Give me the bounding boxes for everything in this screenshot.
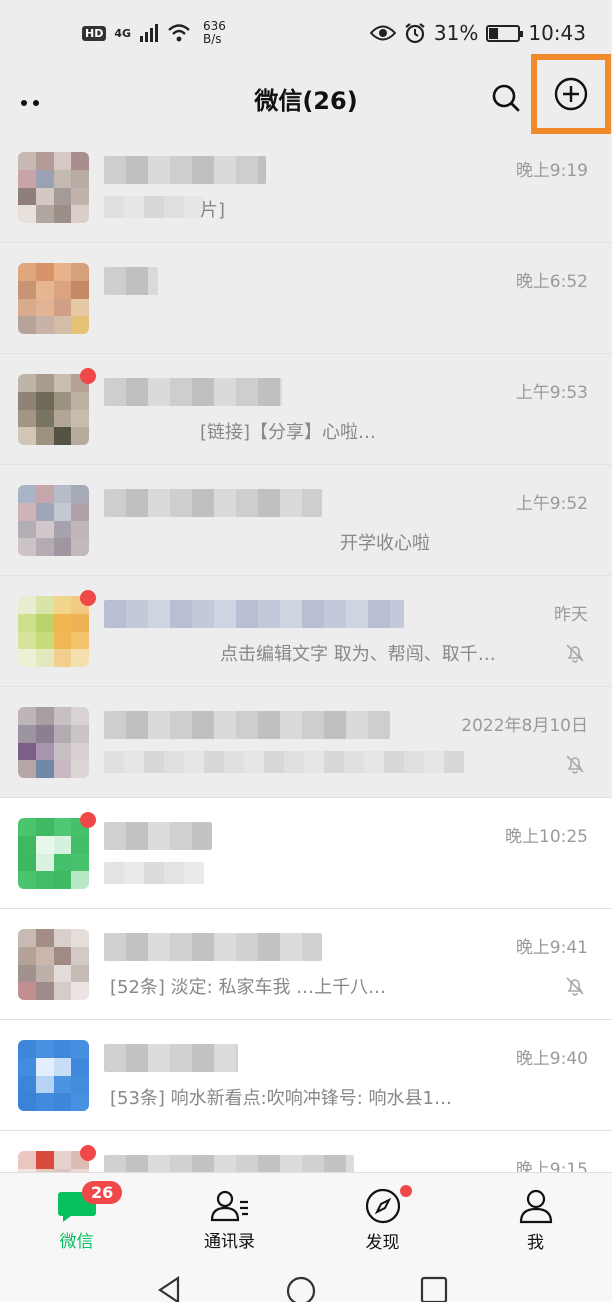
mute-bell-icon [566,977,584,996]
status-right: 31% 10:43 [369,21,586,45]
network-speed: 636 B/s [203,20,226,46]
tab-me[interactable]: 我 [459,1173,612,1262]
unread-dot [80,812,96,828]
status-left: HD 4G 636 B/s [82,20,226,46]
message-preview: [53条] 响水新看点:吹响冲锋号: 响水县1… [110,1088,452,1109]
bottom-tab-bar: 26 微信 通讯录 发现 我 [0,1172,612,1262]
plus-circle-icon [554,77,588,111]
chat-row[interactable]: [52条] 淡定: 私家车我 …上千八… 晚上9:41 [0,909,612,1020]
eye-icon [369,25,396,41]
contact-name-blurred [104,378,282,406]
chat-row[interactable]: 点击编辑文字 取为、帮闯、取千… 昨天 [0,576,612,687]
avatar [18,818,89,889]
person-icon [519,1189,552,1224]
contact-name-blurred [104,267,158,295]
signal-icon [140,24,159,42]
home-circle-icon[interactable] [286,1276,316,1302]
tab-chats[interactable]: 26 微信 [0,1173,153,1262]
message-preview: [链接]【分享】心啦… [200,422,377,443]
clock: 10:43 [528,21,586,45]
chat-row[interactable]: 2022年8月10日 [0,687,612,798]
preview-blurred [104,196,204,218]
message-time: 昨天 [554,605,588,625]
tab-label: 通讯录 [204,1232,255,1252]
chat-row[interactable]: 开学收心啦 上午9:52 [0,465,612,576]
mute-bell-icon [566,644,584,663]
message-time: 上午9:52 [515,494,588,514]
message-preview: [52条] 淡定: 私家车我 …上千八… [110,977,387,998]
alarm-icon [405,23,425,44]
system-nav-bar [0,1262,612,1302]
message-time: 晚上6:52 [515,272,588,292]
preview-blurred [104,862,204,884]
contact-name-blurred [104,933,322,961]
wifi-icon [168,24,190,42]
back-triangle-icon[interactable] [156,1276,184,1302]
battery-icon [486,24,524,42]
message-time: 晚上9:41 [515,938,588,958]
message-preview: 点击编辑文字 取为、帮闯、取千… [220,644,496,665]
unread-count-badge: 26 [82,1181,123,1204]
battery-percent: 31% [433,21,479,45]
unread-dot [80,590,96,606]
contacts-icon [210,1190,248,1222]
avatar [18,1040,89,1111]
battery-fill [489,27,499,39]
status-bar: HD 4G 636 B/s 31% 10:43 [0,0,612,66]
message-preview: 片] [200,200,226,221]
preview-blurred [104,751,464,773]
avatar [18,929,89,1000]
avatar [18,485,89,556]
mute-bell-icon [566,755,584,774]
tab-discover[interactable]: 发现 [306,1173,459,1262]
message-time: 上午9:53 [515,383,588,403]
chat-row[interactable]: 片] 晚上9:19 [0,132,612,243]
contact-name-blurred [104,600,404,628]
unread-dot [80,368,96,384]
more-dots-icon[interactable] [20,88,44,113]
contact-name-blurred [104,156,266,184]
message-preview: 开学收心啦 [340,533,430,554]
hd-badge: HD [82,25,107,41]
avatar [18,263,89,334]
avatar [18,707,89,778]
message-time: 晚上9:40 [515,1049,588,1069]
avatar [18,596,89,667]
chat-row[interactable]: 晚上6:52 [0,243,612,354]
avatar [18,374,89,445]
message-time: 2022年8月10日 [461,716,588,736]
recents-square-icon[interactable] [420,1276,448,1302]
search-button[interactable] [488,80,524,116]
contact-name-blurred [104,822,212,850]
contact-name-blurred [104,489,322,517]
add-button[interactable] [531,54,611,134]
tab-label: 发现 [365,1233,400,1253]
contact-name-blurred [104,1044,238,1072]
title-bar: 微信(26) [0,54,612,134]
network-speed-unit: B/s [203,32,222,46]
chat-row[interactable]: [链接]【分享】心啦… 上午9:53 [0,354,612,465]
avatar [18,152,89,223]
contact-name-blurred [104,711,390,739]
new-content-dot [400,1185,412,1197]
tab-label: 我 [527,1233,544,1253]
page-title: 微信(26) [254,86,358,115]
search-icon [492,84,520,112]
chat-row[interactable]: 晚上10:25 [0,798,612,909]
message-time: 晚上9:19 [515,161,588,181]
message-time: 晚上10:25 [505,827,588,847]
tab-label: 微信 [59,1232,94,1252]
tab-contacts[interactable]: 通讯录 [153,1173,306,1262]
unread-dot [80,1145,96,1161]
compass-icon [365,1188,400,1224]
chat-row[interactable]: [53条] 响水新看点:吹响冲锋号: 响水县1… 晚上9:40 [0,1020,612,1131]
network-type: 4G [114,26,132,40]
chat-list: 片] 晚上9:19 晚上6:52 [链接]【分享】心啦… 上午9:53 开学收心… [0,132,612,1242]
